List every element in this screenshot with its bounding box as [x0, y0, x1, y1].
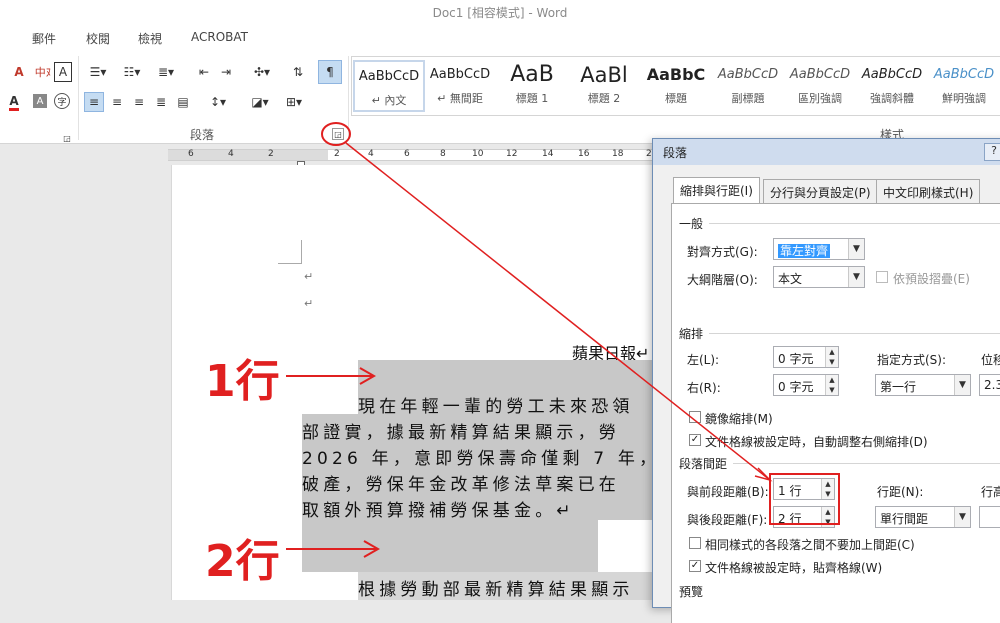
annotation-arrows: [286, 122, 773, 558]
annotation-circle: [321, 122, 351, 146]
annotation-arrow-line: [345, 142, 771, 481]
